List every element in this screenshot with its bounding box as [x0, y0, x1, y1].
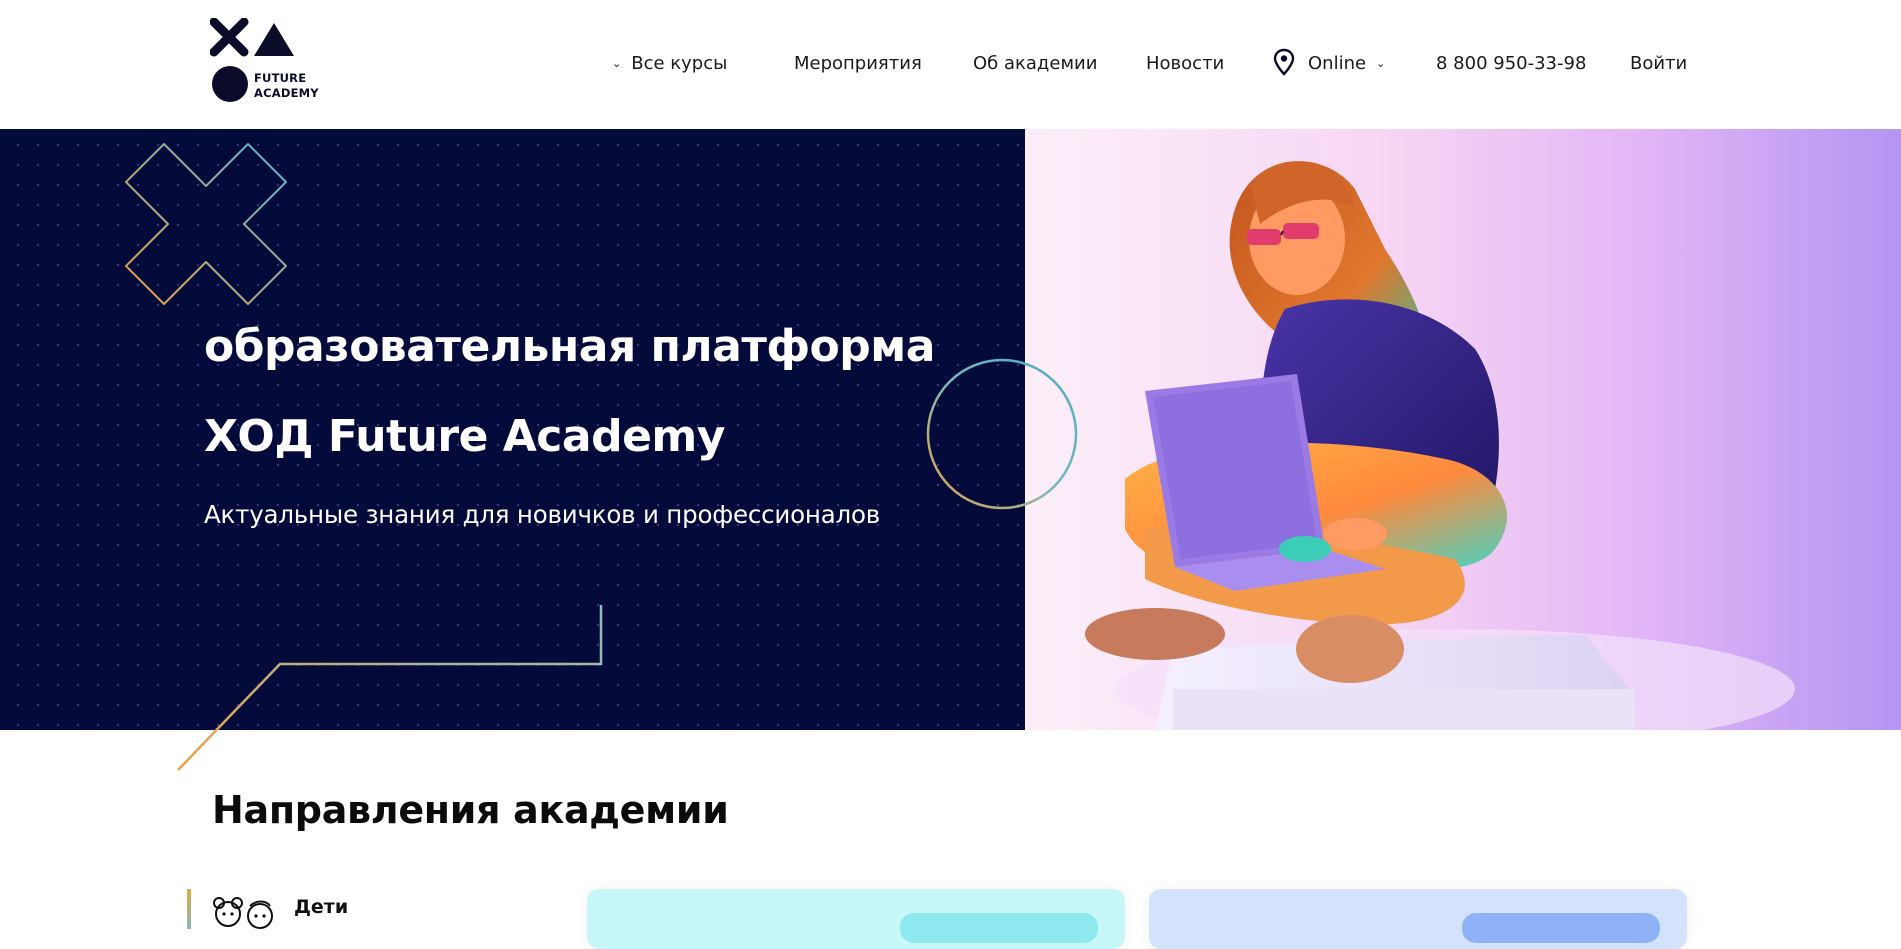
- angled-line-shape: [177, 605, 603, 771]
- x-outline-shape: [125, 143, 287, 305]
- nav-about[interactable]: Об академии: [973, 52, 1097, 76]
- chevron-down-icon: ⌄: [612, 57, 622, 70]
- nav-news[interactable]: Новости: [1146, 52, 1224, 76]
- location-selector[interactable]: Online ⌄: [1308, 52, 1385, 78]
- site-header: FUTURE ACADEMY ⌄ Все курсы Мероприятия Об…: [0, 0, 1901, 129]
- kids-icon: [213, 897, 273, 929]
- circle-outline-shape: [926, 358, 1078, 510]
- direction-card-2[interactable]: [1149, 889, 1687, 949]
- direction-active-indicator: [187, 889, 191, 929]
- hero-title-line-1: образовательная платформа: [204, 321, 935, 372]
- nav-all-courses[interactable]: ⌄ Все курсы: [612, 52, 727, 78]
- direction-item-kids[interactable]: Дети: [187, 889, 487, 929]
- map-pin-icon: [1273, 48, 1295, 76]
- card-tag: [900, 913, 1098, 943]
- direction-label: Дети: [294, 896, 349, 918]
- card-tag: [1462, 913, 1660, 943]
- hero-title: образовательная платформа ХОД Future Aca…: [204, 302, 935, 482]
- hero-title-line-2: ХОД Future Academy: [204, 411, 725, 462]
- hero-banner: образовательная платформа ХОД Future Aca…: [0, 129, 1901, 771]
- nav-events[interactable]: Мероприятия: [794, 52, 922, 76]
- phone-link[interactable]: 8 800 950-33-98: [1436, 52, 1586, 76]
- direction-card-1[interactable]: [587, 889, 1125, 949]
- hero-subtitle: Актуальные знания для новичков и професс…: [204, 500, 881, 529]
- directions-title: Направления академии: [212, 788, 729, 832]
- chevron-down-icon: ⌄: [1376, 57, 1386, 70]
- hero-photo: [1025, 129, 1901, 730]
- main-nav: ⌄ Все курсы Мероприятия Об академии Новос…: [0, 0, 1901, 129]
- student-with-laptop-illustration: [1085, 161, 1795, 730]
- login-button[interactable]: Войти: [1630, 52, 1687, 76]
